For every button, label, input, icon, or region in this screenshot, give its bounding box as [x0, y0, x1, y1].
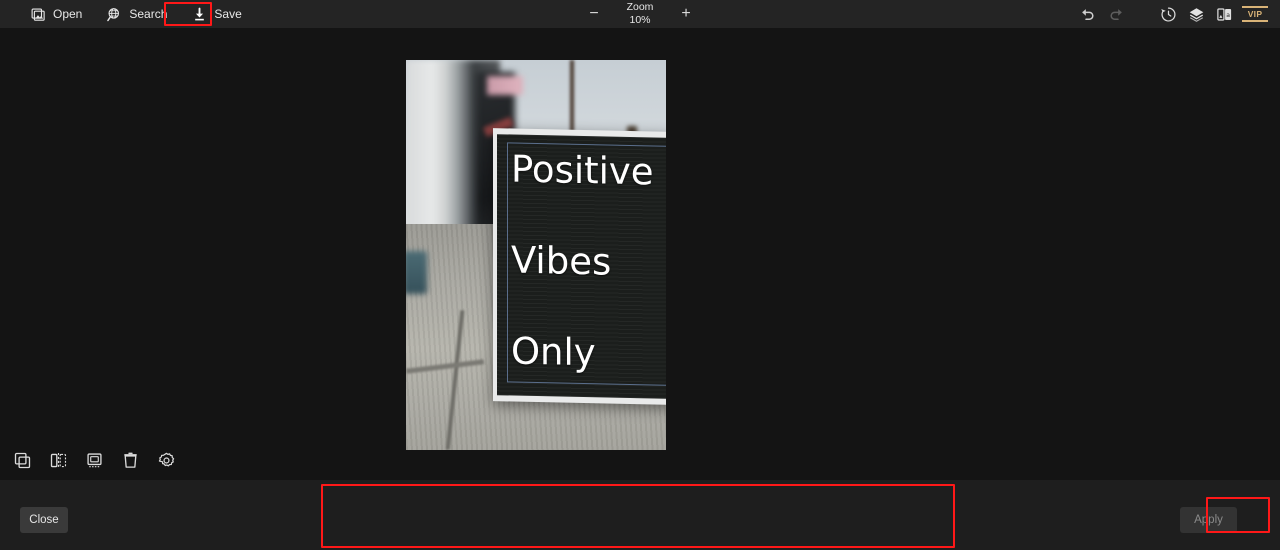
trash-icon — [122, 452, 139, 469]
save-button-label: Save — [214, 7, 242, 21]
zoom-value: 10% — [629, 14, 651, 26]
photo-awning — [486, 75, 523, 96]
zoom-readout: Zoom 10% — [613, 2, 667, 26]
compare-before-after-icon: a — [1216, 6, 1233, 23]
canvas-image[interactable]: Positive Vibes Only — [406, 60, 666, 450]
redo-button[interactable] — [1102, 0, 1130, 28]
redo-arrow-icon — [1108, 6, 1124, 22]
zoom-title: Zoom — [626, 1, 654, 13]
history-clock-icon — [1160, 6, 1177, 23]
photo-editor-window: Open Search Save − Zoom 10% + a VIP Posi… — [0, 0, 1280, 550]
undo-arrow-icon — [1080, 6, 1096, 22]
apply-button[interactable]: Apply — [1180, 507, 1237, 533]
layers-button[interactable] — [1182, 0, 1210, 28]
vip-badge[interactable]: VIP — [1242, 6, 1268, 22]
zoom-in-button[interactable]: + — [673, 0, 699, 28]
delete-layer-button[interactable] — [118, 448, 142, 472]
top-toolbar-left-group: Open Search Save — [0, 0, 254, 28]
duplicate-icon — [14, 452, 31, 469]
bottom-toolbar: Close Text Style — [0, 480, 1280, 550]
search-globe-icon — [106, 6, 122, 22]
layers-stack-icon — [1188, 6, 1205, 23]
undo-button[interactable] — [1074, 0, 1102, 28]
layer-quick-tools — [10, 448, 178, 472]
open-image-icon — [30, 6, 46, 22]
compare-button[interactable]: a — [1210, 0, 1238, 28]
photo-person-blur — [406, 251, 427, 294]
top-toolbar-right-group: a VIP — [1074, 0, 1270, 28]
photo-sign-board: Positive Vibes Only — [493, 128, 666, 406]
open-button-label: Open — [53, 7, 83, 21]
sign-line-1: Positive — [511, 148, 654, 195]
open-button[interactable]: Open — [18, 0, 94, 28]
flip-horizontal-button[interactable] — [46, 448, 70, 472]
svg-text:a: a — [1226, 11, 1230, 18]
gear-icon — [158, 452, 175, 469]
photo-sign-text: Positive Vibes Only — [511, 145, 666, 383]
sign-line-3: Only — [511, 329, 596, 375]
search-button-label: Search — [129, 7, 168, 21]
top-toolbar: Open Search Save − Zoom 10% + a VIP — [0, 0, 1280, 28]
sign-line-2: Vibes — [511, 238, 612, 285]
search-button[interactable]: Search — [94, 0, 179, 28]
close-button[interactable]: Close — [20, 507, 68, 533]
download-save-icon — [191, 6, 207, 22]
editor-canvas[interactable]: Positive Vibes Only — [0, 28, 1280, 480]
save-button[interactable]: Save — [179, 0, 253, 28]
crop-select-icon — [86, 452, 103, 469]
zoom-out-button[interactable]: − — [581, 0, 607, 28]
layer-settings-button[interactable] — [154, 448, 178, 472]
history-button[interactable] — [1154, 0, 1182, 28]
crop-to-selection-button[interactable] — [82, 448, 106, 472]
flip-horizontal-icon — [50, 452, 67, 469]
duplicate-layer-button[interactable] — [10, 448, 34, 472]
